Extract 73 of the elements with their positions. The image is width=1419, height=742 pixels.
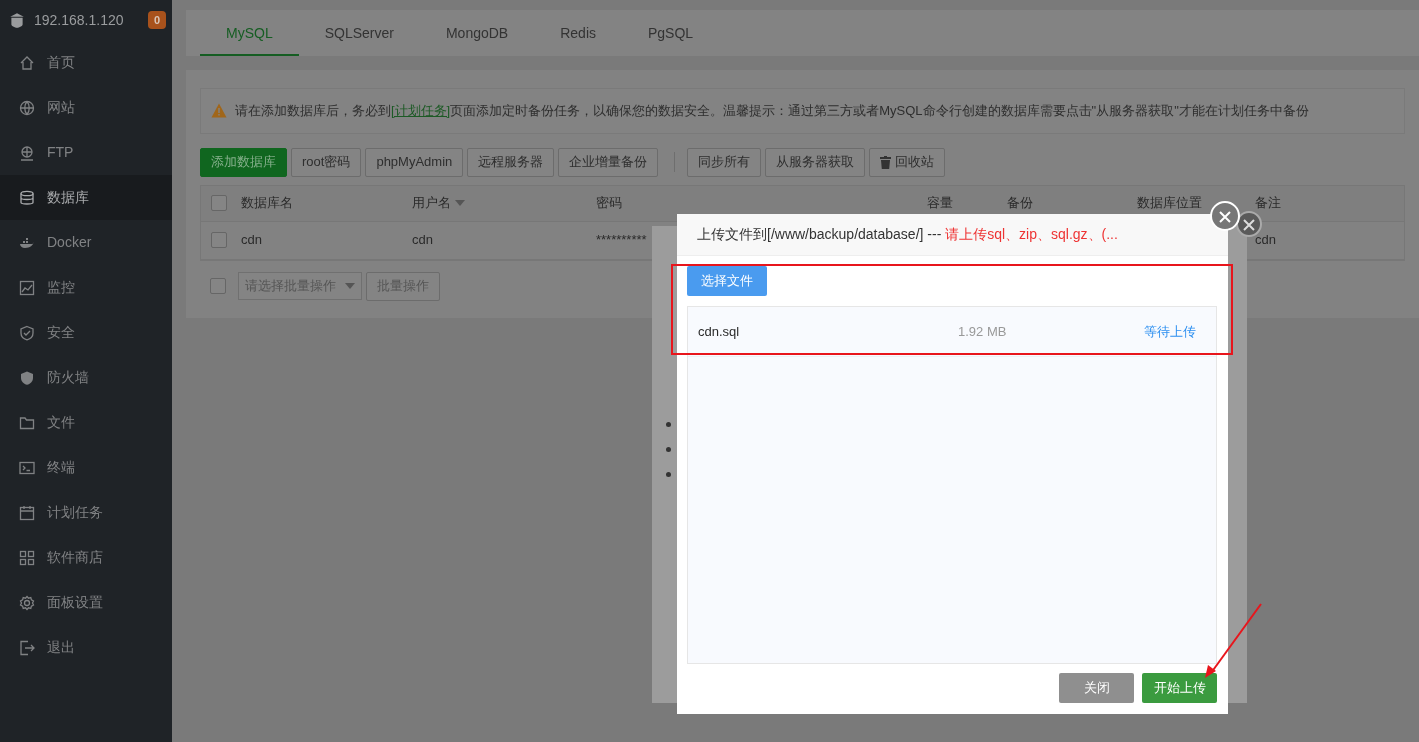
home-icon [19, 54, 35, 71]
sidebar-item[interactable]: 文件 [0, 400, 172, 445]
tab[interactable]: MySQL [200, 10, 299, 56]
table-cell: ********** [596, 232, 647, 248]
sidebar-item[interactable]: 监控 [0, 265, 172, 310]
tab[interactable]: SQLServer [298, 10, 420, 56]
globe-icon [19, 99, 35, 116]
toolbar-button[interactable]: 远程服务器 [467, 147, 555, 177]
terminal-icon [19, 459, 35, 476]
sidebar-item[interactable]: Docker [0, 220, 172, 265]
dialog-title: 上传文件到[/www/backup/database/] --- 请上传sql、zip、sql.gz、(... [697, 225, 1118, 244]
column-header[interactable]: 数据库名 [241, 193, 412, 213]
sidebar-item[interactable]: 软件商店 [0, 535, 172, 580]
host-address: 192.168.1.120 [34, 10, 125, 30]
bullet-icon [666, 422, 671, 427]
toolbar-button[interactable]: 同步所有 [687, 147, 762, 177]
sidebar-item[interactable]: 退出 [0, 625, 172, 670]
folder-icon [19, 414, 35, 431]
sidebar-item[interactable]: 首页 [0, 40, 172, 85]
sidebar-item[interactable]: 网站 [0, 85, 172, 130]
close-icon [1243, 218, 1255, 231]
bullet-icon [666, 447, 671, 452]
task-link[interactable]: [计划任务] [391, 103, 451, 118]
start-upload-button[interactable]: 开始上传 [1142, 673, 1217, 703]
toolbar-button[interactable]: phpMyAdmin [365, 147, 464, 177]
toolbar-button[interactable]: 添加数据库 [200, 147, 287, 177]
grid-icon [19, 549, 35, 566]
table-cell: cdn [412, 232, 433, 248]
toolbar-button[interactable]: root密码 [291, 147, 362, 177]
tab[interactable]: MongoDB [419, 10, 535, 56]
sidebar-item[interactable]: 终端 [0, 445, 172, 490]
file-size: 1.92 MB [958, 322, 1008, 341]
table-cell: cdn [241, 232, 262, 248]
file-name: cdn.sql [698, 322, 741, 341]
warning-icon [211, 103, 227, 119]
column-header[interactable]: 备注 [1255, 193, 1375, 213]
sidebar-item[interactable]: FTP [0, 130, 172, 175]
table-cell: cdn [1255, 232, 1276, 248]
column-header[interactable]: 备份 [1007, 193, 1137, 213]
toolbar-button[interactable]: 回收站 [869, 147, 946, 177]
close-icon [1219, 210, 1231, 223]
shield-icon [19, 369, 35, 386]
sidebar-item[interactable]: 面板设置 [0, 580, 172, 625]
sidebar-item[interactable]: 计划任务 [0, 490, 172, 535]
checkbox[interactable] [210, 278, 226, 294]
sidebar-item[interactable]: 防火墙 [0, 355, 172, 400]
sidebar-item[interactable]: 安全 [0, 310, 172, 355]
logout-icon [19, 639, 35, 656]
calendar-icon [19, 504, 35, 521]
sidebar-item[interactable]: 数据库 [0, 175, 172, 220]
choose-file-button[interactable]: 选择文件 [687, 266, 767, 296]
notification-count: 0 [147, 10, 166, 30]
chart-icon [19, 279, 35, 296]
tab[interactable]: PgSQL [622, 10, 720, 56]
caret-icon [345, 283, 355, 289]
toolbar-button[interactable]: 企业增量备份 [558, 147, 659, 177]
trash-icon [880, 155, 892, 169]
close-button[interactable]: 关闭 [1059, 673, 1134, 703]
upload-status: 等待上传 [1144, 322, 1196, 341]
column-header[interactable]: 用户名 [412, 193, 596, 213]
tab[interactable]: Redis [534, 10, 622, 56]
checkbox[interactable] [211, 232, 227, 248]
globe-icon [19, 144, 35, 161]
checkbox[interactable] [211, 195, 227, 211]
database-icon [19, 189, 35, 206]
toolbar-button[interactable]: 从服务器获取 [765, 147, 866, 177]
gear-icon [19, 594, 35, 611]
shield-icon [19, 324, 35, 341]
column-header[interactable]: 容量 [927, 193, 1007, 213]
alert-text: 请在添加数据库后，务必到[计划任务]页面添加定时备份任务，以确保您的数据安全。温馨提示：通过第三方或者MySQL命令行创建的数据库需要点击"从服务器获取"才能在计划任务中备份 [235, 102, 1309, 120]
bullet-icon [666, 472, 671, 477]
column-header[interactable]: 密码 [596, 193, 927, 213]
column-header[interactable]: 数据库位置 [1137, 193, 1255, 213]
